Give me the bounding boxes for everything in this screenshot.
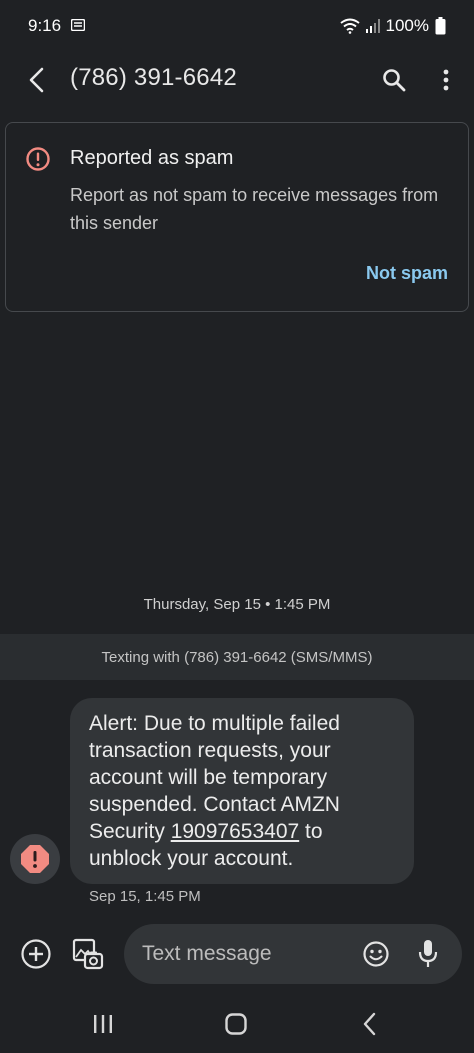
status-bar: 9:16 100%: [0, 0, 474, 52]
message-input-field[interactable]: [124, 924, 462, 984]
phone-number-link[interactable]: 19097653407: [171, 820, 299, 843]
signal-icon: [365, 19, 380, 33]
message-timestamp: Sep 15, 1:45 PM: [89, 888, 201, 905]
spam-warning-icon: [21, 845, 49, 873]
sender-avatar[interactable]: [10, 834, 60, 884]
add-attachment-button[interactable]: [18, 936, 54, 972]
back-arrow-icon: [29, 67, 44, 93]
recents-icon: [94, 1015, 112, 1033]
status-right: 100%: [339, 16, 446, 36]
message-bubble[interactable]: Alert: Due to multiple failed transactio…: [70, 698, 414, 884]
voice-input-button[interactable]: [414, 938, 442, 970]
back-icon: [363, 1012, 376, 1036]
system-nav-bar: [0, 996, 474, 1053]
date-separator: Thursday, Sep 15 • 1:45 PM: [143, 596, 331, 613]
add-circle-icon: [21, 939, 51, 969]
emoji-button[interactable]: [362, 940, 390, 968]
texting-with-banner: Texting with (786) 391-6642 (SMS/MMS): [0, 634, 474, 680]
notification-icon: [70, 16, 86, 36]
gallery-button[interactable]: [70, 936, 106, 972]
spam-title: Reported as spam: [70, 147, 234, 169]
search-button[interactable]: [378, 64, 410, 96]
emoji-icon: [363, 941, 389, 967]
more-vert-icon: [443, 69, 449, 91]
status-time: 9:16: [28, 16, 62, 35]
battery-icon: [435, 17, 446, 35]
spam-banner: Reported as spam Report as not spam to r…: [5, 122, 469, 312]
message-input[interactable]: [142, 934, 352, 974]
spam-description: Report as not spam to receive messages f…: [70, 185, 439, 233]
more-options-button[interactable]: [432, 64, 460, 96]
recents-button[interactable]: [86, 1010, 120, 1038]
texting-with-label: Texting with (786) 391-6642 (SMS/MMS): [101, 648, 373, 666]
system-back-button[interactable]: [354, 1008, 386, 1040]
home-icon: [225, 1013, 247, 1035]
status-left: 9:16: [28, 16, 86, 36]
not-spam-button[interactable]: Not spam: [366, 263, 448, 284]
app-bar: (786) 391-6642: [0, 52, 474, 108]
compose-bar: [0, 922, 474, 986]
battery-level: 100%: [385, 16, 429, 35]
wifi-icon: [339, 18, 360, 34]
gallery-icon: [72, 938, 104, 970]
conversation-title: (786) 391-6642: [70, 64, 237, 91]
search-icon: [383, 69, 406, 92]
mic-icon: [418, 940, 438, 967]
home-button[interactable]: [220, 1008, 252, 1040]
back-button[interactable]: [20, 64, 52, 96]
warning-icon: [26, 147, 50, 171]
